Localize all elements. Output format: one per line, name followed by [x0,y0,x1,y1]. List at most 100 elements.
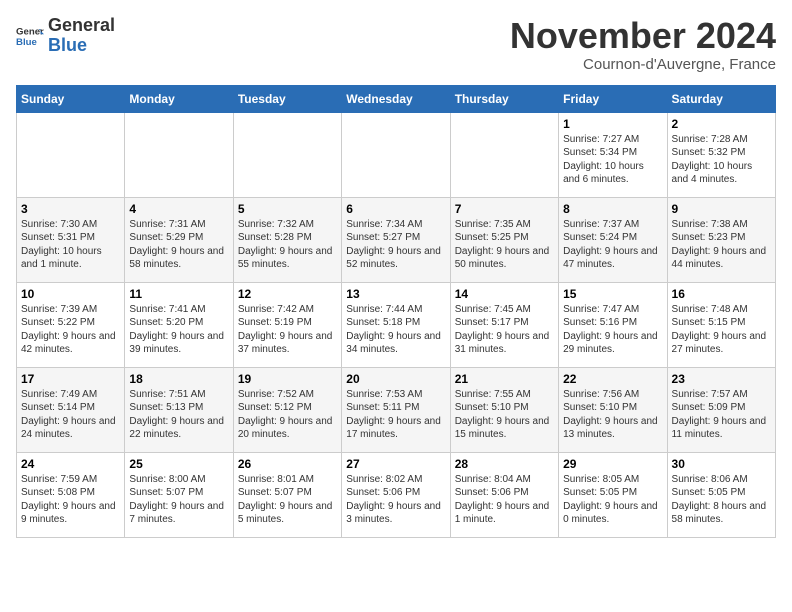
calendar-cell: 7Sunrise: 7:35 AM Sunset: 5:25 PM Daylig… [450,197,558,282]
weekday-saturday: Saturday [667,85,775,112]
day-info: Sunrise: 7:32 AM Sunset: 5:28 PM Dayligh… [238,218,337,272]
logo-general-text: General [48,15,115,35]
header: General Blue General Blue November 2024 … [16,16,776,73]
day-number: 23 [672,372,771,386]
day-info: Sunrise: 7:57 AM Sunset: 5:09 PM Dayligh… [672,388,771,442]
svg-text:Blue: Blue [16,37,37,48]
day-info: Sunrise: 7:59 AM Sunset: 5:08 PM Dayligh… [21,473,120,527]
calendar-cell: 6Sunrise: 7:34 AM Sunset: 5:27 PM Daylig… [342,197,450,282]
calendar-cell: 24 Sunrise: 7:59 AM Sunset: 5:08 PM Dayli… [17,452,125,537]
calendar-cell [125,112,233,197]
day-number: 20 [346,372,445,386]
day-info: Sunrise: 7:51 AM Sunset: 5:13 PM Dayligh… [129,388,228,442]
week-row-3: 10 Sunrise: 7:39 AM Sunset: 5:22 PM Dayli… [17,282,776,367]
day-number: 9 [672,202,771,216]
day-number: 27 [346,457,445,471]
calendar-cell: 28 Sunrise: 8:04 AM Sunset: 5:06 PM Dayli… [450,452,558,537]
calendar-cell: 8 Sunrise: 7:37 AM Sunset: 5:24 PM Daylig… [559,197,667,282]
calendar-cell: 30 Sunrise: 8:06 AM Sunset: 5:05 PM Dayli… [667,452,775,537]
day-number: 30 [672,457,771,471]
day-info: Sunrise: 8:05 AM Sunset: 5:05 PM Dayligh… [563,473,662,527]
logo: General Blue General Blue [16,16,115,56]
day-number: 18 [129,372,228,386]
day-number: 28 [455,457,554,471]
day-info: Sunrise: 7:37 AM Sunset: 5:24 PM Dayligh… [563,218,662,272]
calendar-cell [450,112,558,197]
logo-icon: General Blue [16,22,44,50]
calendar-cell: 4Sunrise: 7:31 AM Sunset: 5:29 PM Daylig… [125,197,233,282]
day-info: Sunrise: 8:04 AM Sunset: 5:06 PM Dayligh… [455,473,554,527]
calendar-cell: 29Sunrise: 8:05 AM Sunset: 5:05 PM Dayli… [559,452,667,537]
day-info: Sunrise: 7:48 AM Sunset: 5:15 PM Dayligh… [672,303,771,357]
day-info: Sunrise: 7:47 AM Sunset: 5:16 PM Dayligh… [563,303,662,357]
day-info: Sunrise: 8:06 AM Sunset: 5:05 PM Dayligh… [672,473,771,527]
calendar-cell [233,112,341,197]
day-number: 19 [238,372,337,386]
calendar-cell: 27 Sunrise: 8:02 AM Sunset: 5:06 PM Dayli… [342,452,450,537]
day-info: Sunrise: 7:45 AM Sunset: 5:17 PM Dayligh… [455,303,554,357]
calendar-cell [342,112,450,197]
weekday-sunday: Sunday [17,85,125,112]
day-number: 7 [455,202,554,216]
day-number: 5 [238,202,337,216]
weekday-monday: Monday [125,85,233,112]
day-number: 25 [129,457,228,471]
day-info: Sunrise: 7:42 AM Sunset: 5:19 PM Dayligh… [238,303,337,357]
day-number: 10 [21,287,120,301]
day-number: 14 [455,287,554,301]
day-info: Sunrise: 7:30 AM Sunset: 5:31 PM Dayligh… [21,218,120,272]
calendar-cell: 25Sunrise: 8:00 AM Sunset: 5:07 PM Dayli… [125,452,233,537]
day-number: 15 [563,287,662,301]
day-number: 12 [238,287,337,301]
calendar-cell: 1 Sunrise: 7:27 AM Sunset: 5:34 PM Daylig… [559,112,667,197]
week-row-5: 24 Sunrise: 7:59 AM Sunset: 5:08 PM Dayli… [17,452,776,537]
calendar-cell: 22Sunrise: 7:56 AM Sunset: 5:10 PM Dayli… [559,367,667,452]
calendar-table: SundayMondayTuesdayWednesdayThursdayFrid… [16,85,776,538]
calendar-cell: 21 Sunrise: 7:55 AM Sunset: 5:10 PM Dayli… [450,367,558,452]
day-number: 11 [129,287,228,301]
weekday-thursday: Thursday [450,85,558,112]
day-number: 26 [238,457,337,471]
day-info: Sunrise: 7:56 AM Sunset: 5:10 PM Dayligh… [563,388,662,442]
day-number: 8 [563,202,662,216]
day-info: Sunrise: 7:27 AM Sunset: 5:34 PM Dayligh… [563,133,662,187]
day-info: Sunrise: 7:49 AM Sunset: 5:14 PM Dayligh… [21,388,120,442]
day-number: 6 [346,202,445,216]
day-info: Sunrise: 7:39 AM Sunset: 5:22 PM Dayligh… [21,303,120,357]
day-number: 2 [672,117,771,131]
day-info: Sunrise: 7:38 AM Sunset: 5:23 PM Dayligh… [672,218,771,272]
weekday-friday: Friday [559,85,667,112]
location-subtitle: Cournon-d'Auvergne, France [510,56,776,73]
day-number: 24 [21,457,120,471]
day-info: Sunrise: 7:44 AM Sunset: 5:18 PM Dayligh… [346,303,445,357]
week-row-4: 17Sunrise: 7:49 AM Sunset: 5:14 PM Dayli… [17,367,776,452]
calendar-cell: 16Sunrise: 7:48 AM Sunset: 5:15 PM Dayli… [667,282,775,367]
day-info: Sunrise: 7:41 AM Sunset: 5:20 PM Dayligh… [129,303,228,357]
calendar-cell: 20Sunrise: 7:53 AM Sunset: 5:11 PM Dayli… [342,367,450,452]
calendar-cell: 2 Sunrise: 7:28 AM Sunset: 5:32 PM Daylig… [667,112,775,197]
calendar-header: SundayMondayTuesdayWednesdayThursdayFrid… [17,85,776,112]
day-info: Sunrise: 8:02 AM Sunset: 5:06 PM Dayligh… [346,473,445,527]
weekday-tuesday: Tuesday [233,85,341,112]
calendar-cell: 19Sunrise: 7:52 AM Sunset: 5:12 PM Dayli… [233,367,341,452]
calendar-cell: 10 Sunrise: 7:39 AM Sunset: 5:22 PM Dayli… [17,282,125,367]
day-info: Sunrise: 7:55 AM Sunset: 5:10 PM Dayligh… [455,388,554,442]
month-title: November 2024 [510,16,776,56]
calendar-cell: 26 Sunrise: 8:01 AM Sunset: 5:07 PM Dayli… [233,452,341,537]
week-row-2: 3Sunrise: 7:30 AM Sunset: 5:31 PM Daylig… [17,197,776,282]
calendar-cell: 12 Sunrise: 7:42 AM Sunset: 5:19 PM Dayli… [233,282,341,367]
calendar-cell: 5 Sunrise: 7:32 AM Sunset: 5:28 PM Daylig… [233,197,341,282]
calendar-cell: 15 Sunrise: 7:47 AM Sunset: 5:16 PM Dayli… [559,282,667,367]
calendar-cell: 9 Sunrise: 7:38 AM Sunset: 5:23 PM Daylig… [667,197,775,282]
svg-text:General: General [16,26,44,37]
calendar-cell: 23 Sunrise: 7:57 AM Sunset: 5:09 PM Dayli… [667,367,775,452]
title-area: November 2024 Cournon-d'Auvergne, France [510,16,776,73]
day-info: Sunrise: 7:28 AM Sunset: 5:32 PM Dayligh… [672,133,771,187]
calendar-cell: 17Sunrise: 7:49 AM Sunset: 5:14 PM Dayli… [17,367,125,452]
day-number: 1 [563,117,662,131]
week-row-1: 1 Sunrise: 7:27 AM Sunset: 5:34 PM Daylig… [17,112,776,197]
day-number: 21 [455,372,554,386]
day-info: Sunrise: 8:01 AM Sunset: 5:07 PM Dayligh… [238,473,337,527]
day-info: Sunrise: 7:31 AM Sunset: 5:29 PM Dayligh… [129,218,228,272]
calendar-cell: 18 Sunrise: 7:51 AM Sunset: 5:13 PM Dayli… [125,367,233,452]
